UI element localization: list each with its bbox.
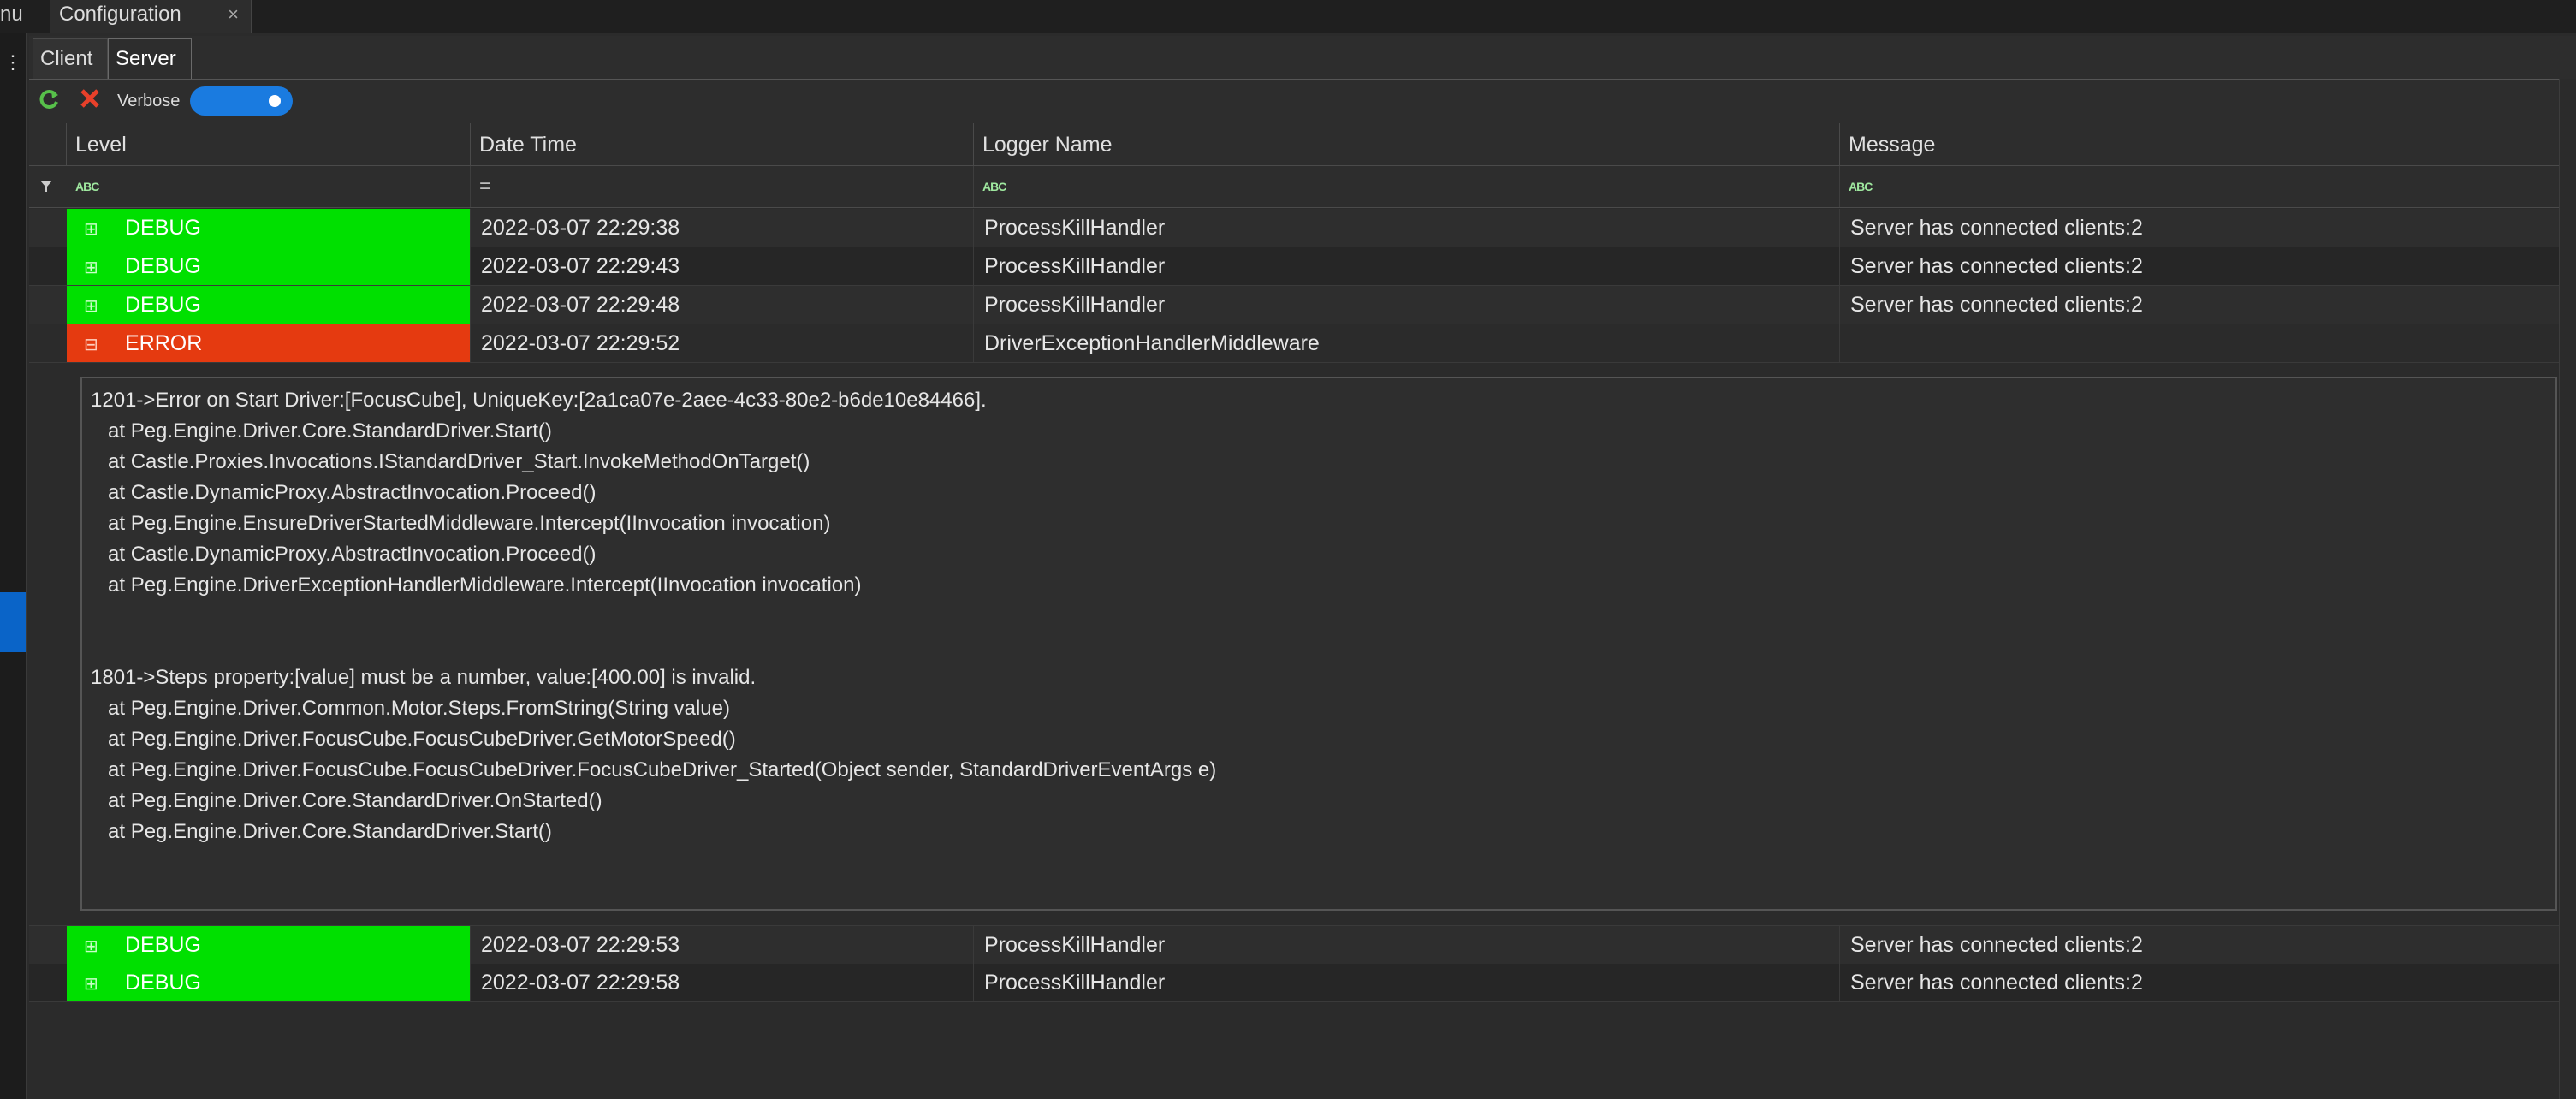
logger-cell: DriverExceptionHandlerMiddleware (974, 324, 1840, 362)
level-text: DEBUG (125, 971, 201, 995)
logger-cell: ProcessKillHandler (974, 964, 1840, 1001)
column-header-date-time[interactable]: Date Time (471, 123, 974, 166)
detail-line: at Peg.Engine.DriverExceptionHandlerMidd… (91, 573, 862, 597)
filter-message[interactable]: ABC (1840, 166, 2559, 207)
tab-configuration-label: Configuration (59, 3, 181, 26)
detail-line: at Castle.DynamicProxy.AbstractInvocatio… (91, 543, 597, 566)
tab-server[interactable]: Server (108, 38, 192, 79)
left-side-strip (0, 33, 27, 1099)
table-row[interactable]: ⊞ DEBUG 2022-03-07 22:29:48 ProcessKillHa… (29, 286, 2559, 324)
grid-header-gutter (29, 123, 67, 166)
column-header-logger-name[interactable]: Logger Name (974, 123, 1840, 166)
date-time-cell: 2022-03-07 22:29:53 (471, 926, 974, 964)
date-time-cell: 2022-03-07 22:29:38 (471, 209, 974, 247)
level-cell: ⊟ ERROR (67, 324, 471, 362)
table-row-selected[interactable]: ▸ ⊟ERROR 2022-03-07 22:29:52 DriverExcep… (29, 324, 2559, 363)
detail-line: 1801->Steps property:[value] must be a n… (91, 666, 757, 689)
logger-cell: ProcessKillHandler (974, 209, 1840, 247)
expand-icon[interactable]: ⊞ (84, 928, 103, 964)
date-time-cell: 2022-03-07 22:29:52 (471, 324, 974, 362)
message-cell: Server has connected clients:2 (1850, 933, 2143, 957)
table-row[interactable]: ⊞ DEBUG 2022-03-07 22:29:38 ProcessKillHa… (29, 209, 2559, 247)
level-cell: ⊞ DEBUG (67, 247, 471, 285)
message-cell (1840, 324, 2559, 362)
verbose-toggle-knob[interactable] (269, 95, 281, 107)
filter-level[interactable]: ABC (67, 166, 471, 207)
document-tab-bar (0, 0, 2576, 33)
detail-line: at Castle.DynamicProxy.AbstractInvocatio… (91, 481, 597, 504)
more-icon[interactable]: ⋮ (3, 51, 22, 74)
error-detail-panel[interactable]: 1201->Error on Start Driver:[FocusCube],… (80, 377, 2557, 911)
tab-menu-partial[interactable]: nu (0, 0, 50, 33)
logger-cell: ProcessKillHandler (974, 286, 1840, 324)
detail-line: at Peg.Engine.Driver.Common.Motor.Steps.… (91, 697, 730, 720)
expand-icon[interactable]: ⊞ (84, 211, 103, 247)
detail-line: 1201->Error on Start Driver:[FocusCube],… (91, 389, 987, 412)
detail-line: at Peg.Engine.Driver.FocusCube.FocusCube… (91, 758, 1217, 781)
detail-line: at Peg.Engine.EnsureDriverStartedMiddlew… (91, 512, 831, 535)
logger-cell: ProcessKillHandler (974, 926, 1840, 964)
detail-line: at Peg.Engine.Driver.FocusCube.FocusCube… (91, 728, 736, 751)
filter-icon-graphic (40, 181, 52, 192)
date-time-cell: 2022-03-07 22:29:43 (471, 247, 974, 285)
table-row[interactable]: ⊞ DEBUG 2022-03-07 22:29:43 ProcessKillHa… (29, 247, 2559, 286)
message-cell: Server has connected clients:2 (1850, 216, 2143, 240)
level-cell: ⊞ DEBUG (67, 964, 471, 1001)
detail-line: at Peg.Engine.Driver.Core.StandardDriver… (91, 419, 552, 443)
tab-client[interactable]: Client (33, 38, 108, 79)
message-cell: Server has connected clients:2 (1850, 293, 2143, 317)
level-text: DEBUG (125, 293, 201, 317)
detail-line: at Peg.Engine.Driver.Core.StandardDriver… (91, 789, 602, 812)
table-row[interactable]: ⊞ DEBUG 2022-03-07 22:29:53 ProcessKillHa… (29, 925, 2559, 965)
equals-filter-icon: = (479, 175, 492, 198)
detail-line (91, 632, 2547, 662)
date-time-cell: 2022-03-07 22:29:58 (471, 964, 974, 1001)
refresh-icon-graphic (39, 90, 58, 109)
detail-line: at Castle.Proxies.Invocations.IStandardD… (91, 450, 810, 473)
text-filter-icon: ABC (1849, 180, 1873, 193)
verbose-label: Verbose (117, 92, 181, 110)
level-text: DEBUG (125, 933, 201, 957)
date-time-cell: 2022-03-07 22:29:48 (471, 286, 974, 324)
level-text: DEBUG (125, 254, 201, 278)
logger-cell: ProcessKillHandler (974, 247, 1840, 285)
filter-icon[interactable] (39, 178, 53, 198)
clear-icon[interactable] (77, 87, 103, 113)
clear-icon-graphic (80, 89, 99, 108)
detail-line (91, 601, 2547, 632)
level-cell: ⊞ DEBUG (67, 286, 471, 324)
column-header-level[interactable]: Level (67, 123, 471, 166)
text-filter-icon: ABC (75, 180, 99, 193)
level-cell: ⊞ DEBUG (67, 926, 471, 964)
left-strip-selection[interactable] (0, 592, 26, 652)
log-toolbar (29, 79, 2576, 124)
expand-icon[interactable]: ⊞ (84, 288, 103, 324)
level-text: DEBUG (125, 216, 201, 240)
tab-configuration[interactable]: Configuration × (50, 0, 252, 33)
refresh-icon[interactable] (36, 87, 62, 113)
filter-date-time[interactable]: = (471, 166, 974, 207)
message-cell: Server has connected clients:2 (1850, 971, 2143, 995)
close-icon[interactable]: × (228, 0, 239, 29)
filter-logger-name[interactable]: ABC (974, 166, 1840, 207)
expand-icon[interactable]: ⊞ (84, 249, 103, 285)
column-header-message[interactable]: Message (1840, 123, 2559, 166)
text-filter-icon: ABC (982, 180, 1006, 193)
message-cell: Server has connected clients:2 (1850, 254, 2143, 278)
level-text: ERROR (125, 331, 203, 355)
level-cell: ⊞ DEBUG (67, 209, 471, 247)
collapse-icon[interactable]: ⊟ (84, 326, 103, 362)
expand-icon[interactable]: ⊞ (84, 965, 103, 1001)
detail-line: at Peg.Engine.Driver.Core.StandardDriver… (91, 820, 552, 843)
vertical-scrollbar[interactable] (2559, 79, 2576, 1099)
table-row[interactable]: ⊞ DEBUG 2022-03-07 22:29:58 ProcessKillHa… (29, 964, 2559, 1002)
